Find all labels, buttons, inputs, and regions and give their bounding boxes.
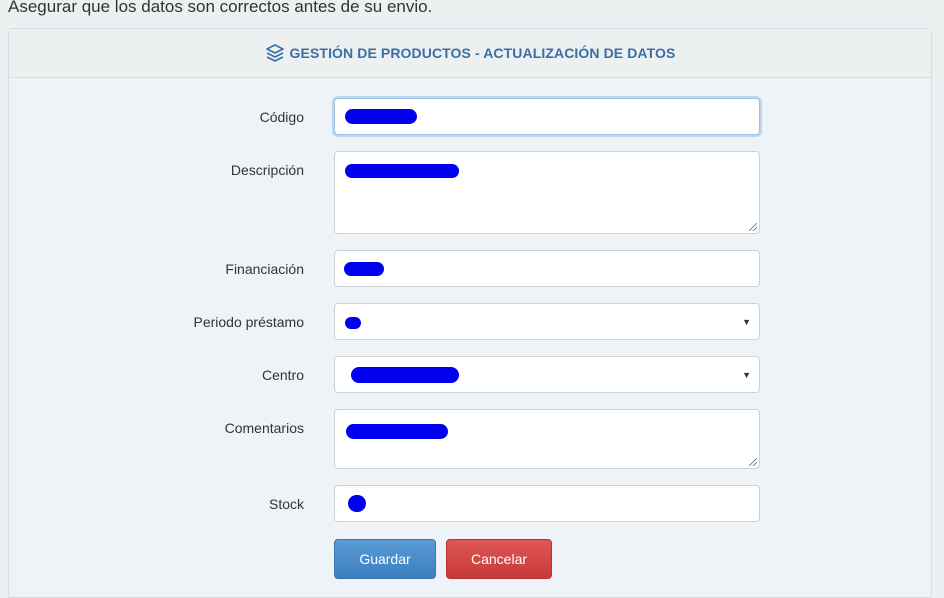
centro-select[interactable]: ▼ — [334, 356, 760, 393]
resize-handle-icon[interactable] — [749, 458, 757, 466]
descripcion-textarea[interactable] — [334, 151, 760, 234]
centro-label: Centro — [261, 367, 304, 383]
redaction-mark — [345, 109, 417, 124]
comentarios-label: Comentarios — [224, 420, 304, 436]
product-form-panel: GESTIÓN DE PRODUCTOS - ACTUALIZACIÓN DE … — [8, 28, 932, 598]
redaction-mark — [345, 317, 361, 329]
stock-label: Stock — [268, 496, 304, 512]
financiacion-label: Financiación — [225, 261, 304, 277]
redaction-mark — [346, 424, 448, 439]
chevron-down-icon: ▼ — [742, 369, 751, 380]
redaction-mark — [348, 495, 366, 512]
resize-handle-icon[interactable] — [749, 223, 757, 231]
cancel-button[interactable]: Cancelar — [446, 539, 552, 579]
chevron-down-icon: ▼ — [742, 316, 751, 327]
descripcion-label: Descripción — [230, 162, 304, 178]
save-button[interactable]: Guardar — [334, 539, 436, 579]
codigo-label: Código — [259, 109, 304, 125]
stock-input[interactable] — [334, 485, 760, 522]
redaction-mark — [344, 262, 384, 276]
panel-heading: GESTIÓN DE PRODUCTOS - ACTUALIZACIÓN DE … — [9, 29, 931, 78]
intro-text: Asegurar que los datos son correctos ant… — [8, 0, 433, 16]
redaction-mark — [351, 367, 459, 383]
layers-icon — [265, 44, 284, 62]
redaction-mark — [345, 164, 459, 178]
codigo-input[interactable] — [334, 98, 760, 135]
panel-title: GESTIÓN DE PRODUCTOS - ACTUALIZACIÓN DE … — [289, 45, 676, 61]
periodo-select[interactable]: ▼ — [334, 303, 760, 340]
comentarios-textarea[interactable] — [334, 409, 760, 469]
periodo-label: Periodo préstamo — [193, 314, 304, 330]
financiacion-input[interactable] — [334, 250, 760, 287]
